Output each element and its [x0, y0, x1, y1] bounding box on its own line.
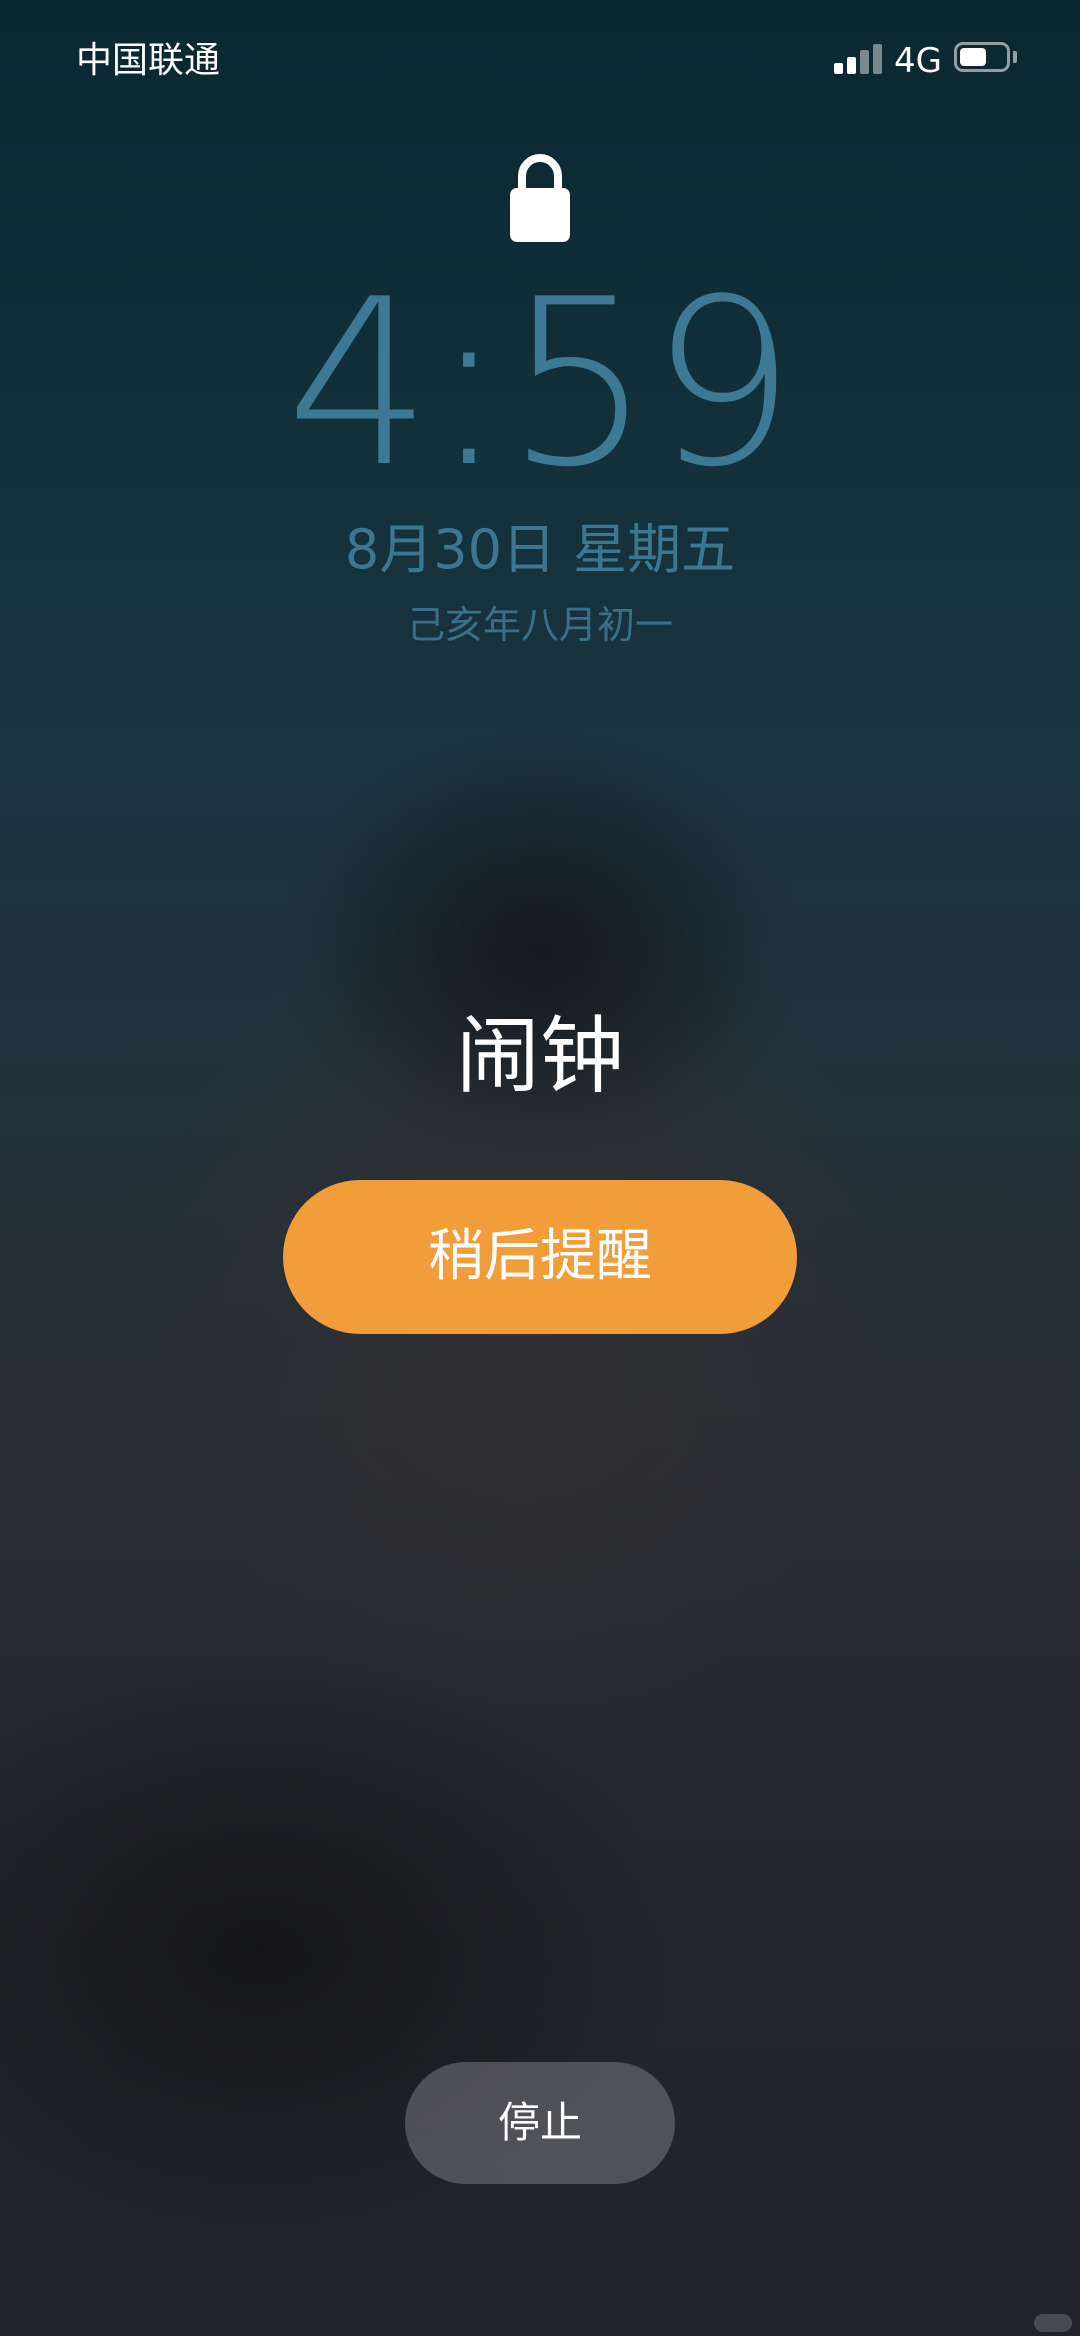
- network-type: 4G: [894, 41, 942, 81]
- lock-screen-background: 中国联通 4G 4:59 8月30日 星期五 己亥年八月初一 闹钟 稍后提醒 停…: [0, 0, 1080, 2336]
- lunar-date: 己亥年八月初一: [406, 603, 673, 647]
- signal-bar: [847, 57, 856, 74]
- clock-time: 4:59: [285, 251, 797, 518]
- carrier-name: 中国联通: [76, 40, 221, 81]
- signal-bar: [860, 50, 869, 74]
- signal-strength-icon: [834, 42, 884, 74]
- alarm-title: 闹钟: [455, 1007, 624, 1105]
- battery-tip: [1013, 51, 1017, 63]
- snooze-button[interactable]: 稍后提醒: [283, 1180, 797, 1334]
- battery-level-fill: [960, 48, 986, 66]
- lock-icon: [510, 154, 570, 242]
- watermark-badge: [1034, 2314, 1072, 2332]
- clock-date: 8月30日 星期五: [344, 518, 736, 581]
- signal-bar: [834, 63, 843, 74]
- stop-button[interactable]: 停止: [405, 2062, 675, 2184]
- battery-icon: [954, 42, 1010, 72]
- signal-bar: [873, 44, 882, 74]
